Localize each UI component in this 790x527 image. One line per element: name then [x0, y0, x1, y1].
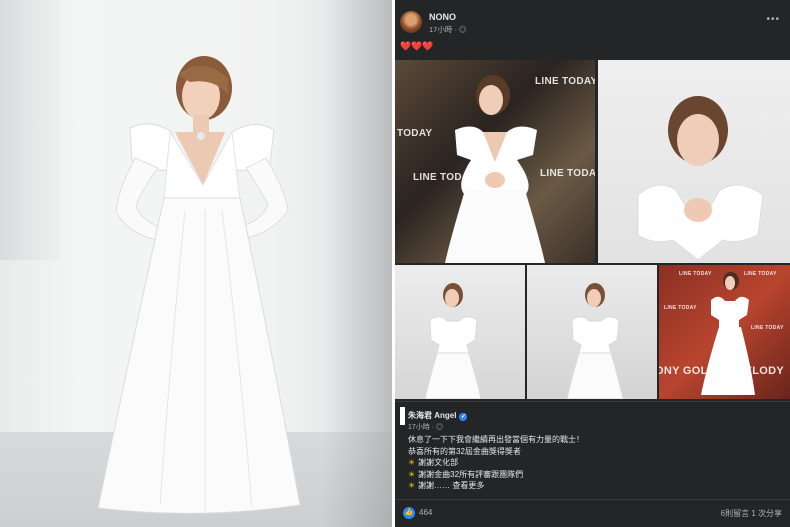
woman-figure-illustration	[424, 283, 482, 399]
sun-emoji-icon: ☀	[408, 458, 416, 467]
post-header: NONO 17小時 · ◎ •••	[395, 0, 790, 40]
author-avatar[interactable]	[400, 11, 422, 33]
post-meta: 17小時 · ◎	[429, 24, 467, 35]
woman-figure-illustration	[566, 283, 624, 399]
woman-figure-illustration	[445, 75, 545, 263]
shared-line-5: ☀ 謝謝…… 查看更多	[408, 481, 485, 490]
author-name[interactable]: NONO	[429, 12, 456, 22]
shared-line-1: 休息了一下下我會繼續再出發當個有力量的戰士！	[408, 435, 584, 444]
globe-icon: · ◎	[431, 424, 444, 431]
woman-figure-illustration	[701, 272, 755, 395]
shared-post-card[interactable]: 朱海君 Angel ✓ 17小時 · ◎ 休息了一下下我會繼續再出發當個有力量的戰…	[395, 401, 790, 497]
share-count[interactable]: 1 次分享	[751, 509, 782, 518]
shared-author-avatar	[400, 407, 405, 425]
engagement-counts: 6則留言 1 次分享	[721, 508, 782, 519]
thumbs-up-icon[interactable]: 👍	[403, 507, 415, 519]
sun-emoji-icon: ☀	[408, 481, 416, 490]
post-photo-1[interactable]: LINE TODAY TODAY LINE TODAY LINE TODAY	[395, 60, 595, 263]
shared-post-text: 休息了一下下我會繼續再出發當個有力量的戰士！ 恭喜所有的第32屆金曲獎得獎者 ☀…	[408, 434, 584, 492]
more-horizontal-icon[interactable]: •••	[766, 14, 780, 25]
shared-author-name[interactable]: 朱海君 Angel ✓	[408, 410, 468, 421]
shared-post-meta: 17小時 · ◎	[408, 422, 443, 432]
facebook-post: NONO 17小時 · ◎ ••• ❤️❤️❤️ LINE TODAY TODA…	[395, 0, 790, 527]
post-footer: 👍 464 6則留言 1 次分享	[395, 499, 790, 527]
shared-line-3: ☀ 謝謝文化部	[408, 458, 459, 467]
post-photo-4[interactable]	[527, 265, 657, 399]
verified-badge-icon: ✓	[459, 413, 468, 421]
main-photo	[0, 0, 392, 527]
woman-closeup-illustration	[637, 96, 764, 261]
reaction-count[interactable]: 464	[419, 508, 432, 517]
woman-in-white-gown-illustration	[97, 56, 301, 514]
shared-line-2: 恭喜所有的第32屆金曲獎得獎者	[408, 446, 521, 456]
post-time[interactable]: 17小時	[429, 25, 452, 34]
shared-post-time[interactable]: 17小時	[408, 424, 430, 431]
post-photo-2[interactable]	[598, 60, 790, 263]
sun-emoji-icon: ☀	[408, 469, 416, 479]
post-photo-3[interactable]	[395, 265, 525, 399]
post-photo-5[interactable]: LINE TODAY LINE TODAY LINE TODAY LINE TO…	[659, 265, 790, 399]
globe-icon: · ◎	[454, 25, 467, 34]
see-more-link[interactable]: 查看更多	[452, 481, 484, 490]
comment-count[interactable]: 6則留言	[721, 509, 749, 518]
shared-line-4: ☀ 謝謝金曲32所有評審跟團隊們	[408, 469, 524, 479]
post-text: ❤️❤️❤️	[400, 41, 434, 51]
